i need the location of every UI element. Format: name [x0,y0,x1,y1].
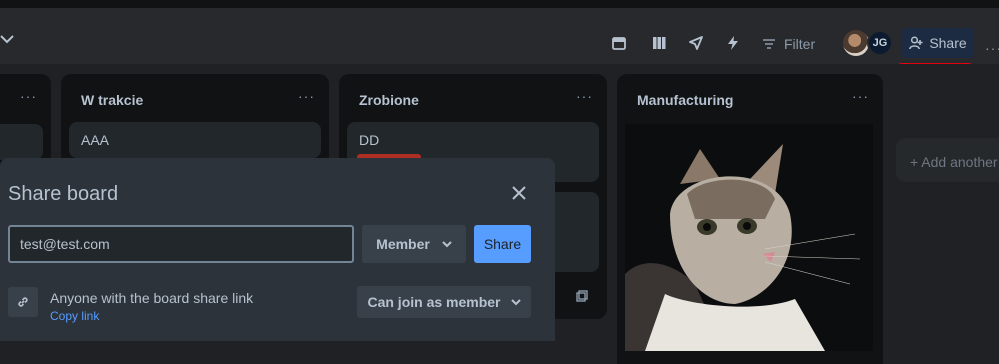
list-column: Manufacturing ··· [617,74,883,364]
list-more-button[interactable]: ··· [852,88,869,104]
share-board-dialog: Share board Member Share Anyone with the… [0,158,555,341]
calendar-icon[interactable] [612,36,626,50]
chevron-down-icon [442,241,452,248]
email-input[interactable] [8,225,354,263]
filter-label: Filter [784,36,816,52]
cat-photo [625,124,873,351]
link-icon-box [8,287,38,317]
list-more-button[interactable]: ··· [576,88,593,104]
card-title: AAA [81,132,110,148]
list-card[interactable] [0,124,43,160]
top-strip [0,0,999,8]
dialog-title: Share board [8,183,119,205]
add-another-list-label: + Add another list [910,154,999,170]
list-more-button[interactable]: ··· [298,88,315,104]
role-select-label: Member [376,236,430,252]
chevron-down-icon [510,299,521,306]
card-cover-image[interactable] [625,124,873,351]
role-select[interactable]: Member [362,225,466,263]
avatar-initials[interactable]: JG [867,30,893,56]
avatar[interactable] [843,30,869,56]
chevron-down-icon[interactable] [0,34,14,44]
link-icon [18,297,28,307]
share-label: Share [929,35,967,51]
card-title: DD [359,132,380,148]
share-board-button[interactable]: Share [902,28,974,58]
lightning-icon[interactable] [726,36,740,50]
board-header: Filter JG Share ··· [0,8,999,66]
close-icon[interactable] [509,183,529,203]
copy-link[interactable]: Copy link [50,309,99,323]
list-title[interactable]: W trakcie [81,92,143,108]
share-submit-button[interactable]: Share [474,225,531,263]
list-more-button[interactable]: ··· [20,88,37,104]
table-icon[interactable] [652,36,666,50]
filter-icon [763,39,775,49]
list-title[interactable]: Zrobione [359,92,419,108]
filter-button[interactable]: Filter [762,31,815,57]
add-another-list-button[interactable]: + Add another list [896,138,999,182]
list-card[interactable]: AAA [69,122,321,158]
more-menu-button[interactable]: ··· [985,40,999,56]
share-link-description: Anyone with the board share link [50,290,254,306]
link-permission-label: Can join as member [367,294,501,310]
list-title[interactable]: Manufacturing [637,92,733,108]
add-person-icon [909,36,923,50]
rocket-icon[interactable] [689,36,703,50]
link-permission-select[interactable]: Can join as member [357,286,531,318]
copy-icon[interactable] [576,290,588,302]
